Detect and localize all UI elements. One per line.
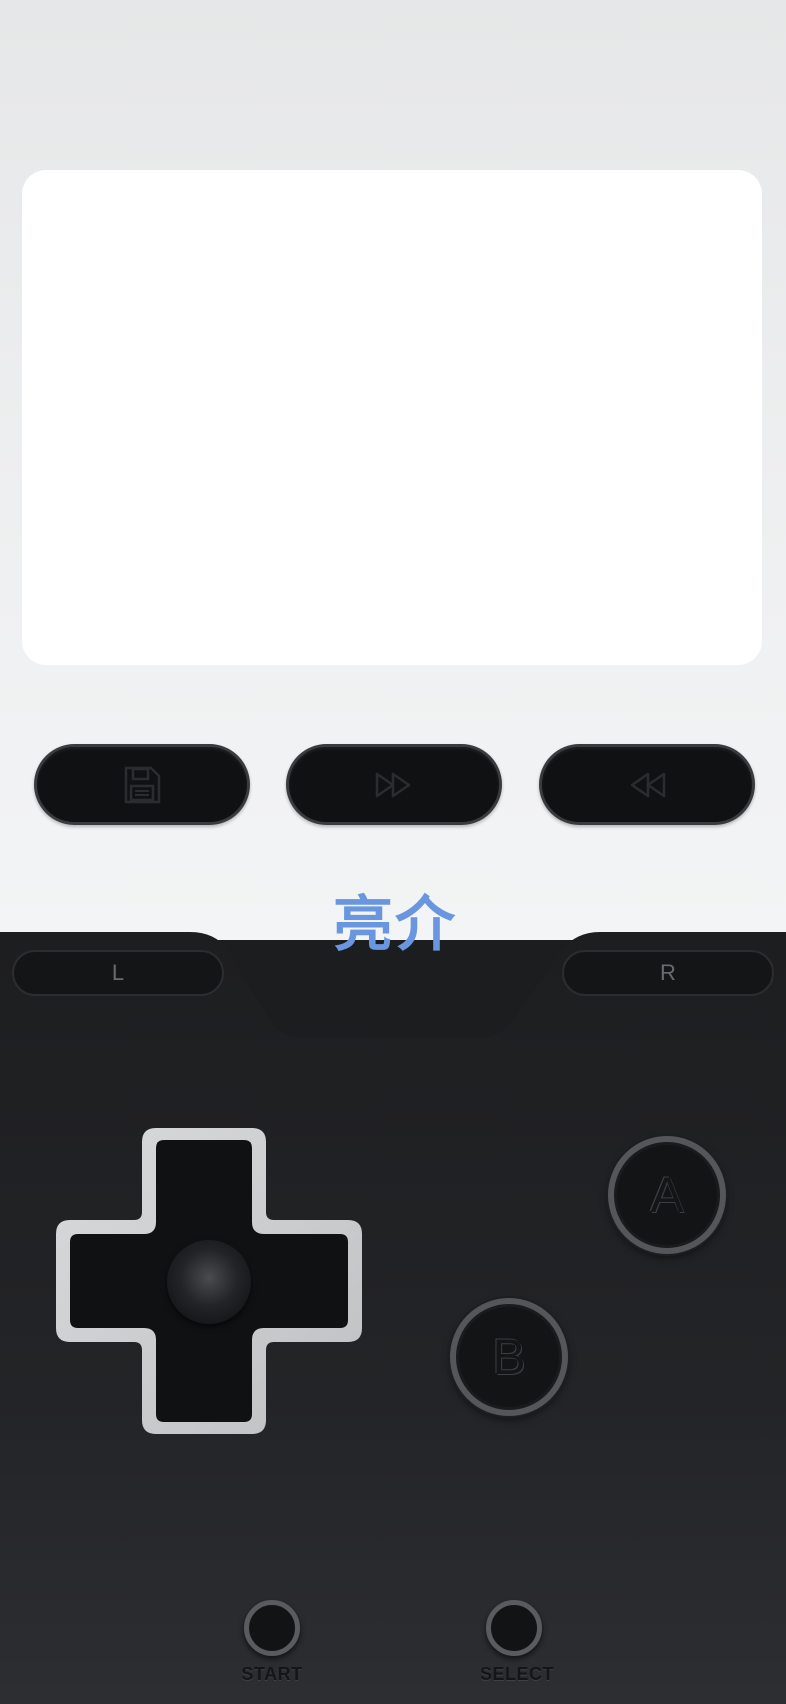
- a-button[interactable]: A: [608, 1136, 726, 1254]
- fast-forward-button[interactable]: [286, 744, 502, 825]
- brand-logo: 亮介: [333, 890, 457, 960]
- dpad-left[interactable]: [70, 1234, 156, 1328]
- fast-forward-icon: [375, 772, 411, 797]
- r-shoulder-button[interactable]: R: [562, 950, 774, 996]
- game-screen: [22, 170, 762, 665]
- rewind-icon: [630, 772, 666, 797]
- l-shoulder-button[interactable]: L: [12, 950, 224, 996]
- select-label: SELECT: [479, 1664, 554, 1684]
- dpad-down[interactable]: [156, 1328, 252, 1422]
- dpad-right[interactable]: [252, 1234, 348, 1328]
- dpad-center-knob: [167, 1240, 251, 1324]
- rewind-button[interactable]: [539, 744, 755, 825]
- start-label: START: [241, 1664, 303, 1684]
- floppy-disk-icon: [124, 766, 161, 803]
- b-button[interactable]: B: [450, 1298, 568, 1416]
- dpad-up[interactable]: [156, 1140, 252, 1234]
- start-button[interactable]: [244, 1600, 300, 1656]
- save-state-button[interactable]: [34, 744, 250, 825]
- select-button[interactable]: [486, 1600, 542, 1656]
